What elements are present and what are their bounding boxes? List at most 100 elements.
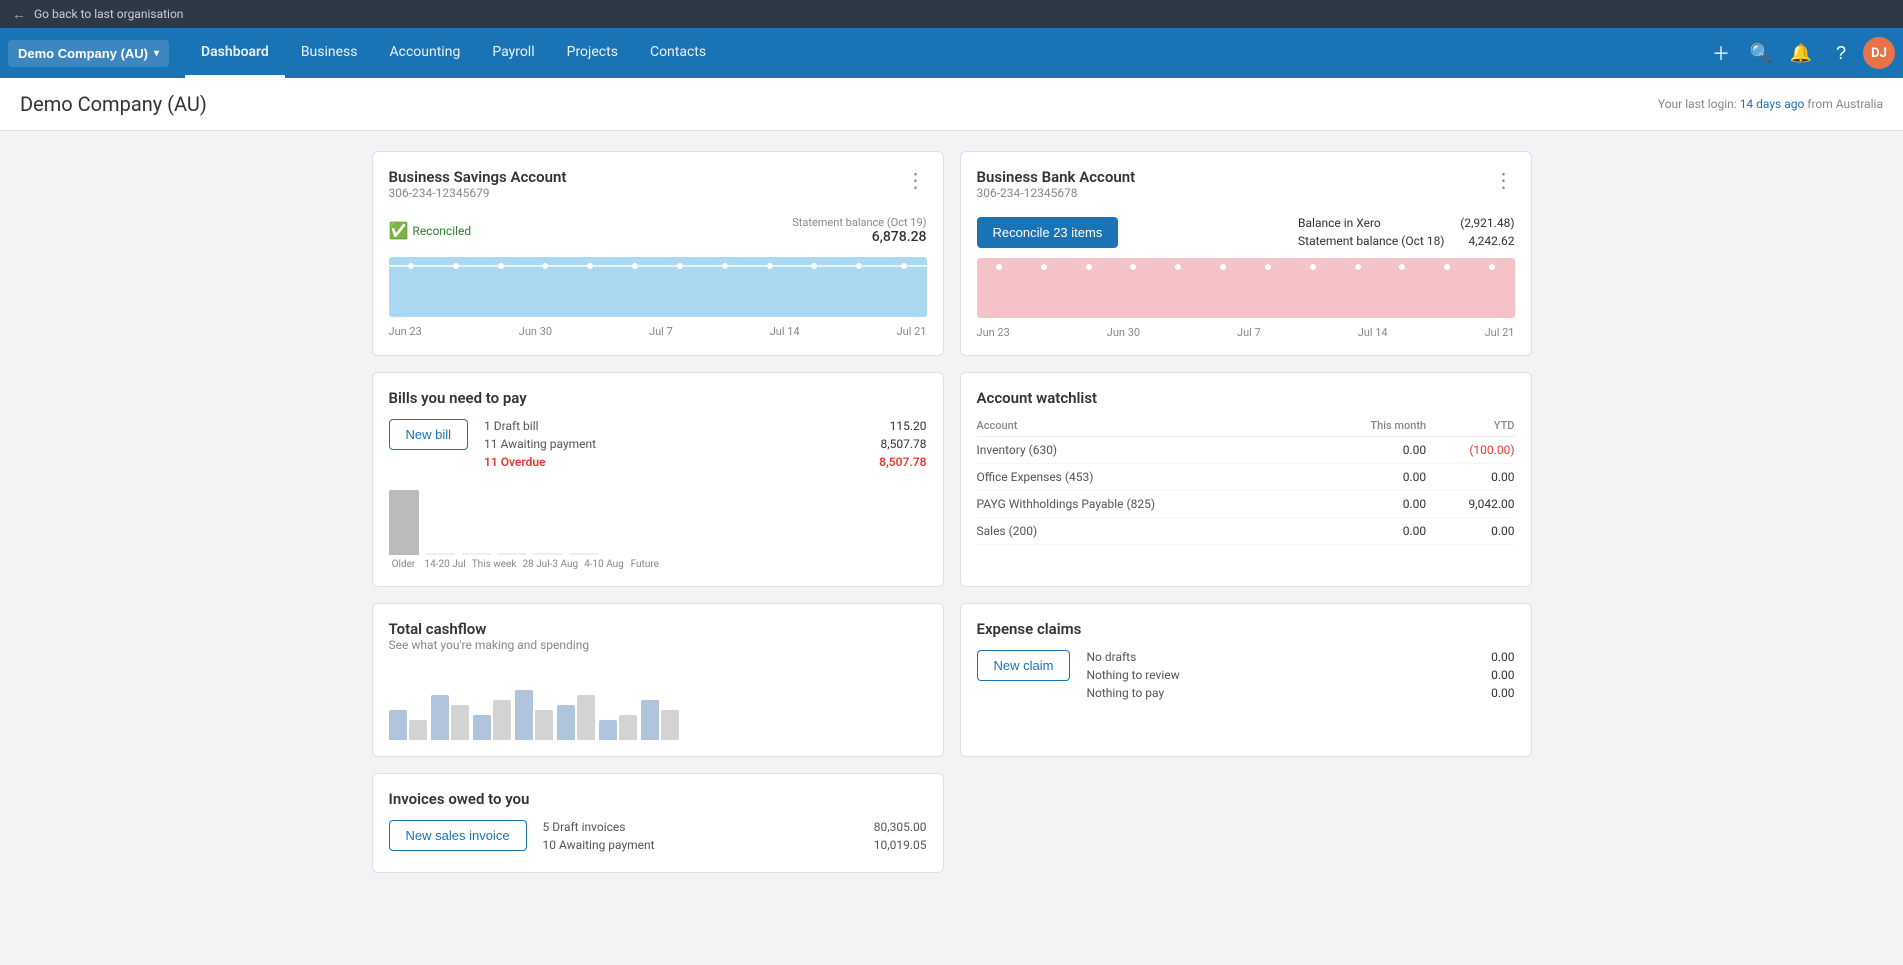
reconciled-row: ✅ Reconciled Statement balance (Oct 19) … — [389, 216, 927, 245]
chart-label-3: Jul 14 — [770, 325, 800, 338]
watchlist-col-account: Account — [977, 415, 1320, 437]
awaiting-invoices-label: 10 Awaiting payment — [543, 838, 655, 852]
chart-label-4: Jul 21 — [897, 325, 927, 338]
chart-dot — [901, 263, 907, 269]
chart-dot — [996, 264, 1002, 270]
nav-link-accounting[interactable]: Accounting — [374, 28, 477, 78]
new-claim-button[interactable]: New claim — [977, 650, 1071, 681]
cf-income-bar-5 — [599, 720, 617, 740]
watchlist-card: Account watchlist Account This month YTD… — [960, 372, 1532, 587]
bank-chart-label-2: Jul 7 — [1237, 326, 1261, 339]
cf-bar-group-4 — [557, 695, 595, 740]
nothing-pay-row: Nothing to pay 0.00 — [1086, 686, 1514, 700]
watchlist-ytd-1: 0.00 — [1426, 464, 1514, 491]
watchlist-col-thismonth: This month — [1319, 415, 1426, 437]
chart-dot — [1086, 264, 1092, 270]
cf-expense-bar-2 — [493, 700, 511, 740]
draft-invoices-row: 5 Draft invoices 80,305.00 — [543, 820, 927, 834]
watchlist-row: Inventory (630) 0.00 (100.00) — [977, 437, 1515, 464]
balance-in-xero-amount: (2,921.48) — [1460, 216, 1514, 230]
nav-link-payroll[interactable]: Payroll — [476, 28, 550, 78]
avatar[interactable]: DJ — [1863, 37, 1895, 69]
watchlist-ytd-2: 9,042.00 — [1426, 491, 1514, 518]
search-button[interactable]: 🔍 — [1743, 35, 1779, 71]
watchlist-table: Account This month YTD Inventory (630) 0… — [977, 415, 1515, 545]
bar-chart-labels: Older 14-20 Jul This week 28 Jul-3 Aug 4… — [389, 559, 927, 570]
watchlist-row: Office Expenses (453) 0.00 0.00 — [977, 464, 1515, 491]
nav-link-business[interactable]: Business — [285, 28, 374, 78]
nothing-review-row: Nothing to review 0.00 — [1086, 668, 1514, 682]
cf-expense-bar-3 — [535, 710, 553, 740]
chart-dot — [767, 263, 773, 269]
chart-dots-pink — [977, 264, 1515, 270]
bar-label-1: 14-20 Jul — [425, 559, 466, 570]
chart-dot — [1265, 264, 1271, 270]
cf-income-bar-4 — [557, 705, 575, 740]
invoices-title: Invoices owed to you — [389, 790, 927, 808]
savings-account-number: 306-234-12345679 — [389, 186, 567, 200]
dropdown-arrow-icon: ▾ — [154, 48, 159, 59]
notifications-button[interactable]: 🔔 — [1783, 35, 1819, 71]
check-icon: ✅ — [389, 221, 409, 240]
bar-chart-bars — [389, 485, 927, 555]
bar-1420 — [425, 553, 455, 555]
top-bar[interactable]: ← Go back to last organisation — [0, 0, 1903, 28]
cf-income-bar-6 — [641, 700, 659, 740]
bills-title: Bills you need to pay — [389, 389, 927, 407]
invoice-left: New sales invoice — [389, 820, 527, 851]
no-drafts-label: No drafts — [1086, 650, 1136, 664]
bar-older — [389, 490, 419, 555]
watchlist-col-ytd: YTD — [1426, 415, 1514, 437]
cashflow-subtitle: See what you're making and spending — [389, 638, 927, 652]
chart-dot — [722, 263, 728, 269]
bar-future — [569, 553, 599, 555]
overdue-bill-label: 11 Overdue — [484, 455, 545, 469]
cf-expense-bar-1 — [451, 705, 469, 740]
awaiting-invoices-row: 10 Awaiting payment 10,019.05 — [543, 838, 927, 852]
chart-dots — [389, 263, 927, 269]
watchlist-account-1: Office Expenses (453) — [977, 464, 1320, 491]
awaiting-bill-amount: 8,507.78 — [881, 437, 927, 451]
bills-card: Bills you need to pay New bill 1 Draft b… — [372, 372, 944, 587]
nothing-review-label: Nothing to review — [1086, 668, 1179, 682]
nav-link-contacts[interactable]: Contacts — [634, 28, 722, 78]
bar-label-3: 28 Jul-3 Aug — [522, 559, 578, 570]
new-bill-button[interactable]: New bill — [389, 419, 469, 450]
draft-bill-label: 1 Draft bill — [484, 419, 539, 433]
nav-link-dashboard[interactable]: Dashboard — [185, 28, 285, 78]
bank-chart-labels: Jun 23 Jun 30 Jul 7 Jul 14 Jul 21 — [977, 326, 1515, 339]
last-login-link[interactable]: 14 days ago — [1740, 97, 1805, 111]
no-drafts-row: No drafts 0.00 — [1086, 650, 1514, 664]
expense-right: No drafts 0.00 Nothing to review 0.00 No… — [1086, 650, 1514, 704]
bank-chart-label-1: Jun 30 — [1107, 326, 1140, 339]
expense-title: Expense claims — [977, 620, 1515, 638]
nav-link-projects[interactable]: Projects — [551, 28, 634, 78]
chart-dot — [587, 263, 593, 269]
bills-content: New bill 1 Draft bill 115.20 11 Awaiting… — [389, 419, 927, 473]
reconcile-button[interactable]: Reconcile 23 items — [977, 217, 1119, 248]
bar-2831 — [497, 553, 527, 555]
company-selector[interactable]: Demo Company (AU) ▾ — [8, 40, 169, 67]
bank-menu-icon[interactable]: ⋮ — [1494, 168, 1515, 192]
new-sales-invoice-button[interactable]: New sales invoice — [389, 820, 527, 851]
company-name: Demo Company (AU) — [18, 46, 148, 61]
bank-chart-label-0: Jun 23 — [977, 326, 1010, 339]
add-button[interactable]: ＋ — [1703, 35, 1739, 71]
savings-menu-icon[interactable]: ⋮ — [906, 168, 927, 192]
watchlist-ytd-3: 0.00 — [1426, 518, 1514, 545]
nav-links: Dashboard Business Accounting Payroll Pr… — [185, 28, 722, 78]
cf-expense-bar-0 — [409, 720, 427, 740]
cf-income-bar-1 — [431, 695, 449, 740]
awaiting-bill-row: 11 Awaiting payment 8,507.78 — [484, 437, 926, 451]
nav-right: ＋ 🔍 🔔 ? DJ — [1703, 35, 1895, 71]
page-header: Demo Company (AU) Your last login: 14 da… — [0, 78, 1903, 131]
watchlist-thismonth-2: 0.00 — [1319, 491, 1426, 518]
card-header: Business Bank Account 306-234-12345678 ⋮ — [977, 168, 1515, 212]
chart-labels: Jun 23 Jun 30 Jul 7 Jul 14 Jul 21 — [389, 325, 927, 338]
help-button[interactable]: ? — [1823, 35, 1859, 71]
cashflow-title: Total cashflow — [389, 620, 927, 638]
chart-dot — [856, 263, 862, 269]
invoice-right: 5 Draft invoices 80,305.00 10 Awaiting p… — [543, 820, 927, 856]
bar-label-4: 4-10 Aug — [584, 559, 624, 570]
cashflow-chart — [389, 660, 927, 740]
